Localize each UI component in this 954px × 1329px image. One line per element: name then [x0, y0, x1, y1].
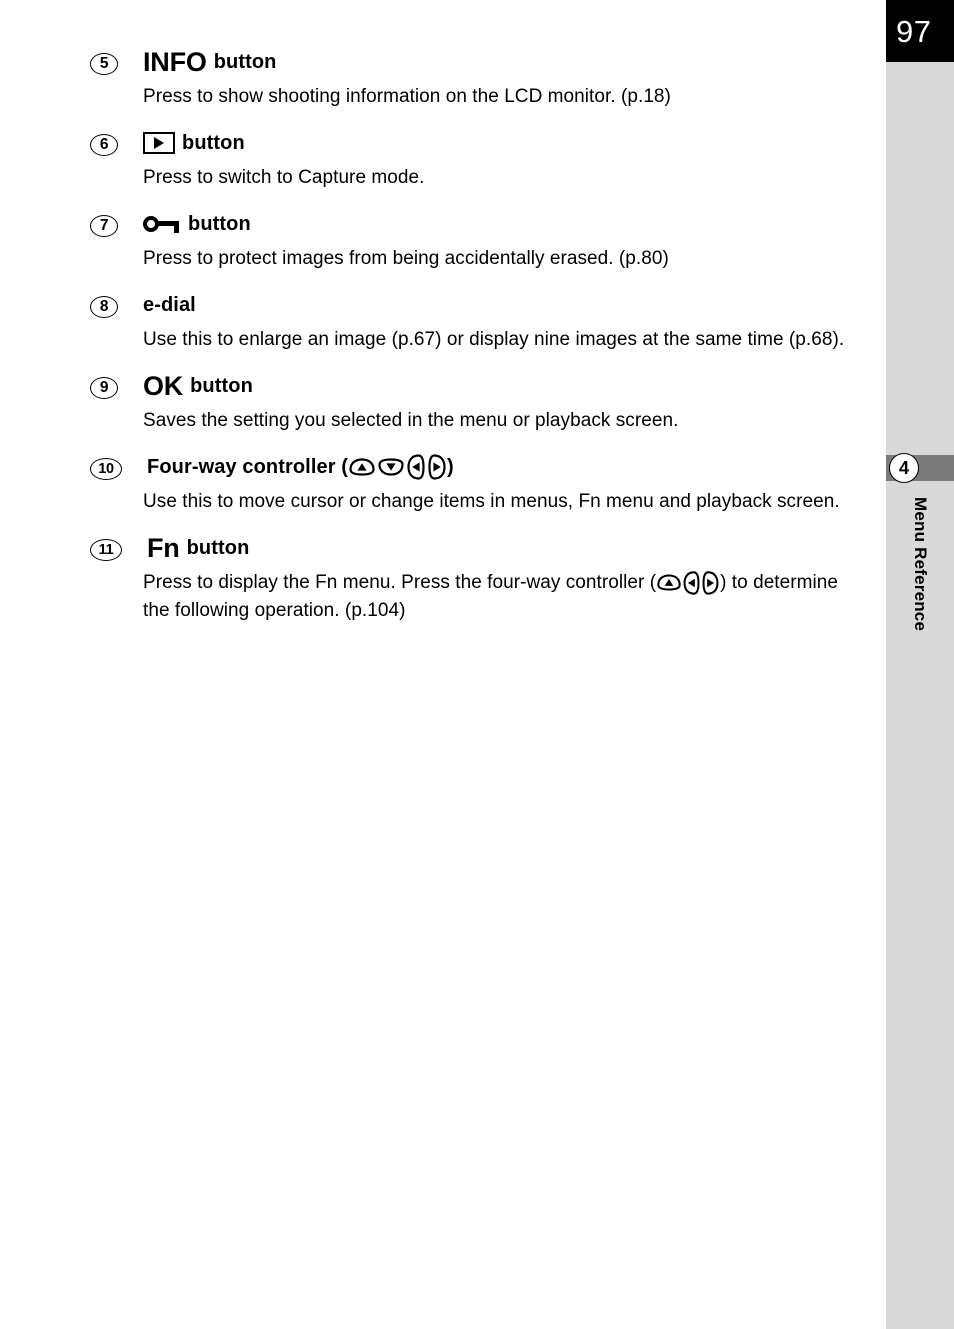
entry-body-text: Use this to enlarge an image (p.67) or d… [143, 329, 845, 350]
four-way-arrow-group-inline [656, 570, 720, 596]
four-way-arrow-group [348, 453, 447, 481]
heading-suffix-label: button [188, 213, 251, 235]
chapter-label: Menu Reference [886, 497, 954, 757]
body-text-part1: Press to display the Fn menu. Press the … [143, 572, 657, 593]
heading-suffix-label: e-dial [143, 294, 196, 316]
entry-heading: 10 Four-way controller () [0, 452, 886, 484]
heading-suffix-label: button [182, 132, 245, 154]
playback-icon [143, 132, 175, 154]
page-content: 5 INFO button Press to show shooting inf… [0, 47, 886, 642]
item-number-badge: 8 [90, 296, 118, 318]
entry-body-text: Saves the setting you selected in the me… [143, 410, 679, 431]
entry-protect-button: 7 button Press to protect images from be… [0, 209, 886, 273]
arrow-right-icon [701, 570, 720, 596]
entry-heading: 5 INFO button [0, 47, 886, 79]
arrow-up-icon [348, 457, 376, 477]
entry-fn-button: 11 Fn button Press to display the Fn men… [0, 533, 886, 625]
heading-text: button [143, 209, 251, 239]
entry-e-dial: 8 e-dial Use this to enlarge an image (p… [0, 290, 886, 354]
heading-text: Four-way controller () [147, 452, 454, 482]
arrow-up-icon [656, 573, 682, 592]
entry-ok-button: 9 OK button Saves the setting you select… [0, 371, 886, 435]
heading-suffix-label: Four-way controller ( [147, 456, 349, 478]
page-number: 97 [896, 14, 932, 49]
arrow-right-icon [427, 453, 447, 481]
item-number-badge: 11 [90, 539, 122, 561]
item-number-badge: 5 [90, 53, 118, 75]
arrow-left-icon [682, 570, 701, 596]
heading-text: INFO button [143, 47, 277, 77]
entry-heading: 6 button [0, 128, 886, 160]
item-number-badge: 7 [90, 215, 118, 237]
entry-body-text: Press to display the Fn menu. Press the … [143, 569, 863, 625]
entry-body-text: Press to protect images from being accid… [143, 248, 669, 269]
heading-text: button [143, 128, 245, 158]
entry-four-way-controller: 10 Four-way controller () Use this to m… [0, 452, 886, 516]
heading-tail-label: ) [447, 456, 454, 478]
chapter-label-text: Menu Reference [911, 497, 930, 632]
heading-text: Fn button [147, 533, 249, 563]
heading-main-label: OK [143, 371, 184, 401]
entry-info-button: 5 INFO button Press to show shooting inf… [0, 47, 886, 111]
entry-body-text: Use this to move cursor or change items … [143, 491, 840, 512]
heading-text: e-dial [143, 290, 196, 320]
heading-text: OK button [143, 371, 253, 401]
entry-heading: 11 Fn button [0, 533, 886, 565]
entry-playback-button: 6 button Press to switch to Capture mode… [0, 128, 886, 192]
entry-heading: 8 e-dial [0, 290, 886, 322]
entry-heading: 7 button [0, 209, 886, 241]
heading-main-label: Fn [147, 533, 180, 563]
chapter-number-badge: 4 [889, 453, 919, 483]
entry-body-text: Press to switch to Capture mode. [143, 167, 425, 188]
heading-suffix-label: button [186, 537, 250, 559]
entry-body-text: Press to show shooting information on th… [143, 86, 671, 107]
heading-suffix-label: button [213, 51, 277, 73]
arrow-down-icon [377, 457, 405, 477]
arrow-left-icon [406, 453, 426, 481]
heading-suffix-label: button [190, 375, 253, 397]
item-number-badge: 9 [90, 377, 118, 399]
item-number-badge: 10 [90, 458, 122, 480]
protect-key-icon [143, 214, 181, 234]
heading-main-label: INFO [143, 47, 207, 77]
entry-heading: 9 OK button [0, 371, 886, 403]
item-number-badge: 6 [90, 134, 118, 156]
